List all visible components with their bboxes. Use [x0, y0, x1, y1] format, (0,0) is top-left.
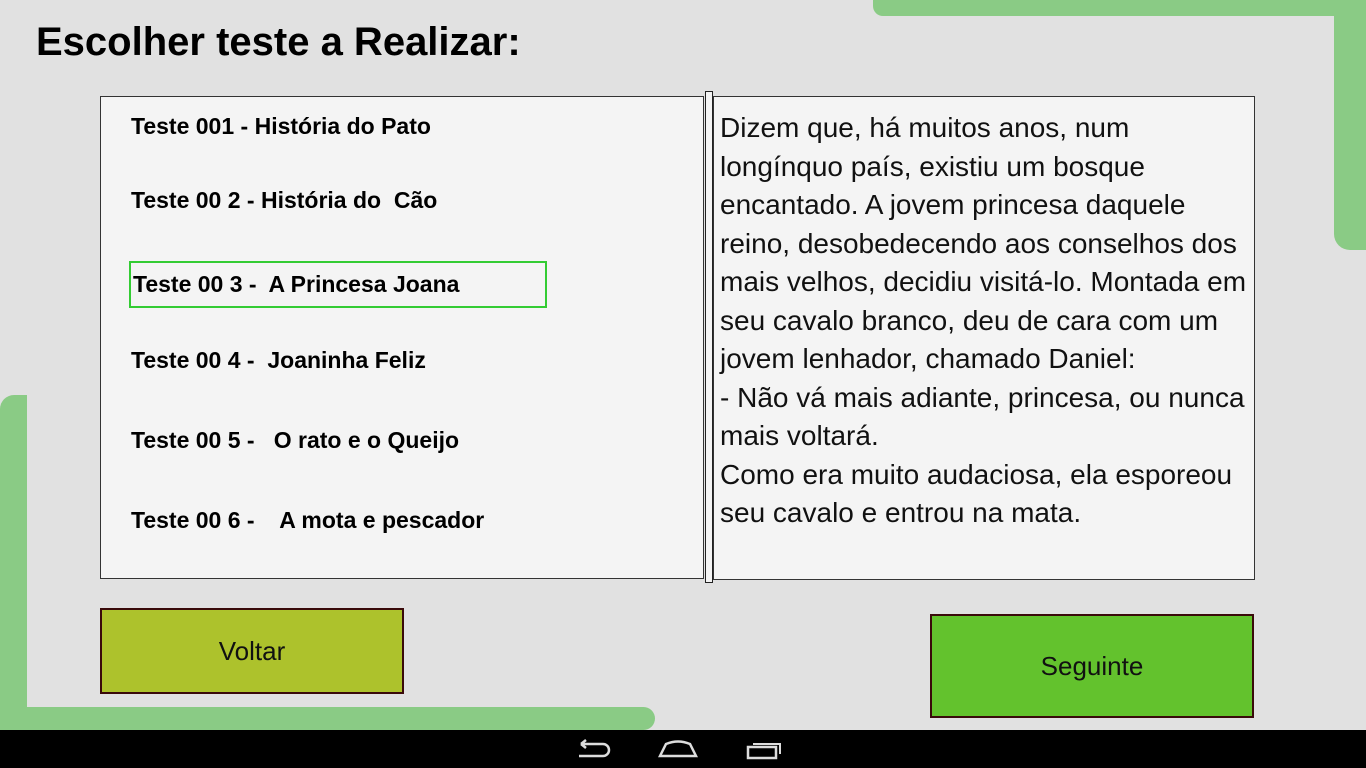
decor-bar-left	[0, 395, 27, 730]
recent-apps-nav-icon[interactable]	[745, 738, 785, 760]
android-nav-bar	[0, 730, 1366, 768]
back-nav-icon[interactable]	[573, 738, 613, 760]
back-button[interactable]: Voltar	[100, 608, 404, 694]
decor-bar-bottom	[0, 707, 655, 730]
test-list-item[interactable]: Teste 00 5 - O rato e o Queijo	[131, 427, 459, 454]
test-list-item-selected[interactable]: Teste 00 3 - A Princesa Joana	[129, 261, 547, 308]
decor-bar-right	[1334, 0, 1366, 250]
test-list-item[interactable]: Teste 00 4 - Joaninha Feliz	[131, 347, 426, 374]
test-list-item[interactable]: Teste 00 2 - História do Cão	[131, 187, 437, 214]
home-nav-icon[interactable]	[658, 738, 698, 760]
page-title: Escolher teste a Realizar:	[36, 20, 521, 64]
next-button[interactable]: Seguinte	[930, 614, 1254, 718]
test-list-item[interactable]: Teste 001 - História do Pato	[131, 113, 431, 140]
test-list[interactable]: Teste 001 - História do Pato Teste 00 2 …	[100, 96, 704, 579]
story-text-panel[interactable]: Dizem que, há muitos anos, num longínquo…	[713, 96, 1255, 580]
decor-bar-top	[873, 0, 1366, 16]
test-list-item[interactable]: Teste 00 6 - A mota e pescador	[131, 507, 484, 534]
splitter-handle[interactable]	[705, 91, 713, 583]
